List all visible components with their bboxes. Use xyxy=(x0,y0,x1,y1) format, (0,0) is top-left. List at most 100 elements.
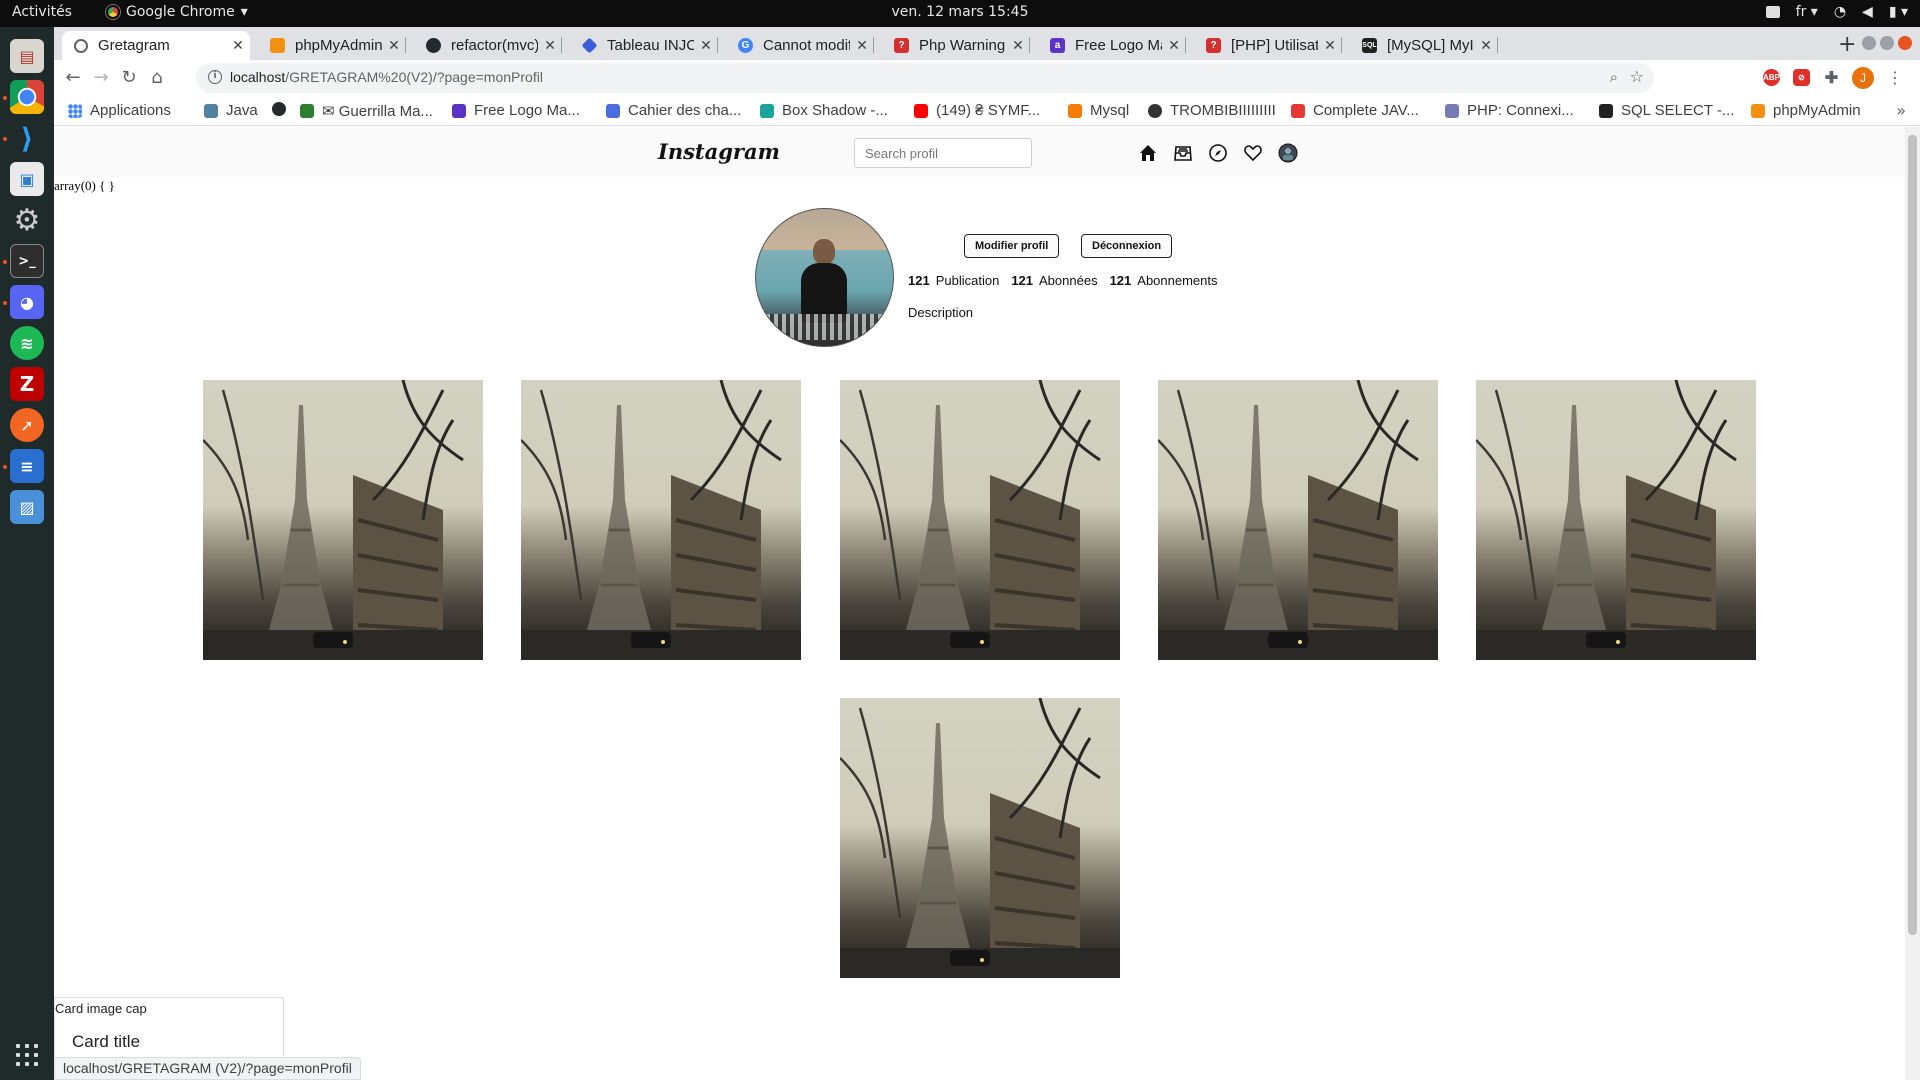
menu-dots-icon[interactable]: ⋮ xyxy=(1887,68,1903,87)
settings-icon[interactable]: ⚙ xyxy=(10,203,44,238)
tab-label: [MySQL] MyISAM v xyxy=(1387,37,1474,54)
close-icon[interactable]: ✕ xyxy=(1006,37,1030,54)
tab-github-refactor[interactable]: refactor(mvc): new ✕ xyxy=(414,31,562,60)
bookmark-java[interactable]: Java xyxy=(204,102,258,119)
extensions-puzzle-icon[interactable]: ✚ xyxy=(1823,69,1840,87)
vscode-icon[interactable]: ⟩ xyxy=(10,121,44,155)
show-applications-icon[interactable] xyxy=(16,1044,38,1066)
profile-avatar[interactable]: J xyxy=(1852,67,1874,89)
adblock-plus-icon[interactable]: ABP xyxy=(1763,69,1780,86)
bookmark-php-connexion[interactable]: PHP: Connexi... xyxy=(1445,102,1574,119)
discord-icon[interactable]: ◕ xyxy=(10,285,44,319)
post-thumbnail[interactable] xyxy=(521,380,801,660)
filezilla-icon[interactable]: Z xyxy=(10,367,44,401)
system-tray[interactable]: fr ▾ ◔ ◀ ▮ ▾ xyxy=(1765,4,1908,20)
maximize-button[interactable] xyxy=(1880,36,1894,50)
post-thumbnail[interactable] xyxy=(840,380,1120,660)
post-thumbnail[interactable] xyxy=(1476,380,1756,660)
bookmark-phpmyadmin[interactable]: phpMyAdmin xyxy=(1751,102,1861,119)
window-close-button[interactable] xyxy=(1898,36,1912,50)
debug-output: array(0) { } xyxy=(54,178,115,193)
edit-profile-button[interactable]: Modifier profil xyxy=(964,234,1060,258)
logout-button[interactable]: Déconnexion xyxy=(1081,234,1173,258)
logo-maker-icon: a xyxy=(1050,38,1065,53)
bookmark-star-icon[interactable]: ☆ xyxy=(1630,67,1644,86)
more-bookmarks-icon[interactable]: » xyxy=(1896,101,1906,120)
explore-compass-icon[interactable] xyxy=(1208,143,1228,163)
new-tab-button[interactable]: + xyxy=(1838,32,1856,57)
language-indicator[interactable]: fr ▾ xyxy=(1796,4,1818,20)
tab-free-logo-maker[interactable]: a Free Logo Maker - ✕ xyxy=(1038,31,1186,60)
terminal-icon[interactable]: >_ xyxy=(10,244,44,278)
stat-publications[interactable]: 121 Publication xyxy=(908,273,999,288)
inbox-icon[interactable] xyxy=(1173,143,1193,163)
tab-phpmyadmin[interactable]: phpMyAdmin ✕ xyxy=(258,31,406,60)
board-icon xyxy=(581,37,598,54)
forward-arrow-icon[interactable]: → xyxy=(90,67,112,88)
close-icon[interactable]: ✕ xyxy=(382,37,406,54)
tab-php-utilisation[interactable]: ? [PHP] Utilisation d ✕ xyxy=(1194,31,1342,60)
reload-icon[interactable]: ↻ xyxy=(118,67,140,88)
close-icon[interactable]: ✕ xyxy=(1474,37,1498,54)
profile-picture[interactable] xyxy=(755,208,894,347)
bookmark-sql-select[interactable]: SQL SELECT -... xyxy=(1599,102,1734,119)
files-icon[interactable]: ▤ xyxy=(10,39,44,73)
stat-following[interactable]: 121 Abonnements xyxy=(1110,273,1218,288)
url-text[interactable]: localhost/GRETAGRAM%20(V2)/?page=monProf… xyxy=(230,69,543,85)
battery-icon[interactable]: ▮ ▾ xyxy=(1889,4,1908,20)
chrome-dock-icon[interactable] xyxy=(10,80,44,114)
postman-icon[interactable]: ➚ xyxy=(10,408,44,442)
blocker-extension-icon[interactable]: ⊘ xyxy=(1793,69,1810,86)
address-bar[interactable]: i localhost/GRETAGRAM%20(V2)/?page=monPr… xyxy=(196,63,1654,93)
minimize-button[interactable] xyxy=(1862,36,1876,50)
close-icon[interactable]: ✕ xyxy=(850,37,874,54)
bookmark-trombi[interactable]: TROMBIBIIIIIIIII xyxy=(1148,102,1276,119)
close-icon[interactable]: ✕ xyxy=(1318,37,1342,54)
bookmark-applications[interactable]: Applications xyxy=(68,102,171,119)
bookmark-complete-javascript[interactable]: Complete JAV... xyxy=(1291,102,1419,119)
bookmark-label: Applications xyxy=(90,102,171,119)
bookmark-box-shadow[interactable]: Box Shadow -... xyxy=(760,102,888,119)
bookmark-cahier-des-charges[interactable]: Cahier des cha... xyxy=(606,102,741,119)
activities-button[interactable]: Activités xyxy=(12,4,72,20)
text-editor-icon[interactable]: ≡ xyxy=(10,449,44,483)
volume-icon[interactable]: ◀ xyxy=(1862,4,1873,20)
page-scrollbar[interactable] xyxy=(1905,127,1920,1080)
spotify-icon[interactable]: ≋ xyxy=(10,326,44,360)
app-menu[interactable]: Google Chrome ▾ xyxy=(106,4,248,20)
tab-trello[interactable]: Tableau INJC – Feu ✕ xyxy=(570,31,718,60)
search-input[interactable] xyxy=(854,138,1032,168)
back-arrow-icon[interactable]: ← xyxy=(62,67,84,88)
stat-followers[interactable]: 121 Abonnées xyxy=(1011,273,1097,288)
post-thumbnail[interactable] xyxy=(840,698,1120,978)
close-icon[interactable]: ✕ xyxy=(1162,37,1186,54)
heart-icon[interactable] xyxy=(1243,143,1263,163)
home-icon[interactable]: ⌂ xyxy=(146,67,168,88)
instagram-logo[interactable]: Instagram xyxy=(658,139,780,164)
close-icon[interactable]: ✕ xyxy=(226,37,250,54)
bookmark-mysql[interactable]: Mysql xyxy=(1068,102,1129,119)
profile-avatar-icon[interactable] xyxy=(1278,143,1298,163)
tab-mysql-myisam[interactable]: SQL [MySQL] MyISAM v ✕ xyxy=(1350,31,1498,60)
tab-gretagram[interactable]: Gretagram ✕ xyxy=(62,31,250,60)
close-icon[interactable]: ✕ xyxy=(538,37,562,54)
search-icon[interactable]: ⌕ xyxy=(1610,68,1618,86)
tab-google-search[interactable]: G Cannot modify hea ✕ xyxy=(726,31,874,60)
tab-php-warning[interactable]: ? Php Warning: Can ✕ xyxy=(882,31,1030,60)
bookmark-github[interactable] xyxy=(272,102,294,116)
clock[interactable]: ven. 12 mars 15:45 xyxy=(0,4,1920,20)
wifi-icon[interactable]: ◔ xyxy=(1834,4,1846,20)
close-icon[interactable]: ✕ xyxy=(694,37,718,54)
scrollbar-thumb[interactable] xyxy=(1908,135,1917,935)
post-thumbnail[interactable] xyxy=(1158,380,1438,660)
screenshot-icon[interactable]: ▨ xyxy=(10,490,44,524)
bookmark-guerrilla-mail[interactable]: ✉ Guerrilla Ma... xyxy=(300,102,433,120)
site-info-icon[interactable]: i xyxy=(208,70,222,84)
home-icon[interactable] xyxy=(1138,143,1158,163)
post-thumbnail[interactable] xyxy=(203,380,483,660)
store-icon[interactable]: ▣ xyxy=(10,162,44,196)
discord-tray-icon[interactable] xyxy=(1765,6,1780,18)
phpmyadmin-icon xyxy=(1751,103,1765,118)
bookmark-free-logo-maker[interactable]: Free Logo Ma... xyxy=(452,102,580,119)
bookmark-youtube-symfony[interactable]: (149) ₴ SYMF... xyxy=(914,102,1040,119)
